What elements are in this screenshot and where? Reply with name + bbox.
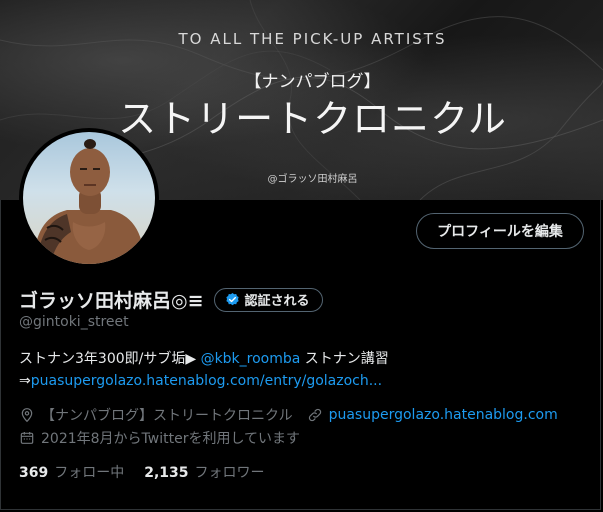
bio-arrow: ⇒	[19, 373, 31, 389]
get-verified-label: 認証される	[244, 294, 310, 309]
banner-tagline: TO ALL THE PICK-UP ARTISTS	[178, 30, 447, 48]
username: @gintoki_street	[19, 314, 129, 330]
get-verified-button[interactable]: 認証される	[213, 287, 323, 312]
followers-label: フォロワー	[194, 465, 265, 481]
following-label: フォロー中	[54, 465, 125, 481]
profile-meta-row-2: 2021年8月からTwitterを利用しています	[19, 428, 300, 448]
avatar[interactable]	[19, 128, 159, 268]
display-name: ゴラッソ田村麻呂◎≡	[19, 290, 204, 312]
followers-link[interactable]: 2,135 フォロワー	[144, 462, 264, 482]
bio-text-1: ストナン3年300即/サブ垢▶	[19, 351, 201, 367]
edit-profile-button[interactable]: プロフィールを編集	[416, 213, 584, 249]
following-link[interactable]: 369 フォロー中	[19, 462, 124, 482]
bio-mention-link[interactable]: @kbk_roomba	[201, 351, 301, 367]
following-count: 369	[19, 465, 49, 481]
bio: ストナン3年300即/サブ垢▶ @kbk_roomba ストナン講習 ⇒puas…	[19, 348, 589, 392]
location: 【ナンパブログ】ストリートクロニクル	[19, 405, 293, 425]
avatar-image	[23, 132, 155, 264]
verified-badge-icon	[225, 292, 239, 306]
profile-meta-row-1: 【ナンパブログ】ストリートクロニクル puasupergolazo.hatena…	[19, 405, 558, 425]
calendar-icon	[20, 432, 34, 444]
join-date-text: 2021年8月からTwitterを利用しています	[41, 431, 301, 447]
follow-stats: 369 フォロー中 2,135 フォロワー	[19, 462, 265, 482]
website-link[interactable]: puasupergolazo.hatenablog.com	[329, 407, 558, 423]
followers-count: 2,135	[144, 465, 189, 481]
bio-text-2: ストナン講習	[300, 351, 389, 367]
website: puasupergolazo.hatenablog.com	[307, 407, 558, 423]
join-date: 2021年8月からTwitterを利用しています	[19, 428, 300, 448]
bio-url-link[interactable]: puasupergolazo.hatenablog.com/entry/gola…	[31, 373, 382, 389]
location-pin-icon	[21, 408, 33, 423]
name-row: ゴラッソ田村麻呂◎≡ 認証される	[19, 286, 323, 313]
link-icon	[308, 408, 321, 422]
location-text: 【ナンパブログ】ストリートクロニクル	[41, 408, 293, 424]
